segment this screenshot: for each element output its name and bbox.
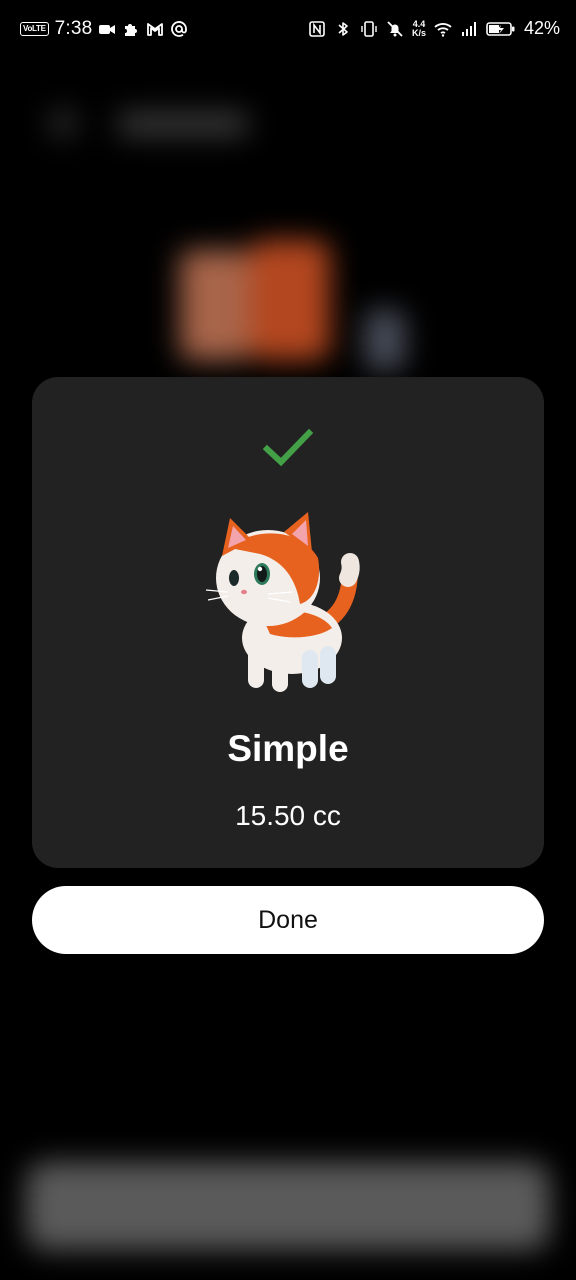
blurred-bottom-nav [26, 1162, 550, 1250]
blurred-image [250, 240, 330, 360]
bluetooth-icon [338, 21, 348, 36]
volte-badge: VoLTE [20, 22, 49, 36]
status-bar-right: 4.4 K/s 42% [308, 18, 560, 39]
status-bar-left: VoLTE 7:38 [20, 18, 188, 40]
network-speed-unit: K/s [411, 27, 426, 38]
network-speed: 4.4 K/s [411, 19, 426, 38]
video-camera-icon [99, 25, 116, 34]
checkmark-icon [262, 428, 314, 467]
wifi-icon [434, 22, 452, 37]
cat-illustration [205, 512, 360, 692]
vibrate-icon [361, 20, 377, 37]
result-amount: 15.50 cc [235, 800, 341, 831]
screen: VoLTE 7:38 4.4 K/s 42% Simple 15.50 cc D… [0, 0, 576, 1280]
battery-charging-icon [486, 21, 515, 36]
clock: 7:38 [54, 18, 93, 39]
nfc-icon [309, 20, 325, 37]
done-button[interactable]: Done [32, 886, 544, 954]
result-title: Simple [227, 728, 349, 769]
battery-percent: 42% [523, 18, 560, 38]
mute-bell-icon [387, 20, 403, 37]
at-sign-icon [171, 21, 188, 37]
blurred-image [180, 250, 250, 360]
blurred-page-title [118, 112, 248, 136]
puzzle-icon [125, 24, 138, 36]
blurred-back-button [48, 108, 78, 138]
signal-icon [461, 21, 476, 36]
blurred-image [365, 310, 405, 370]
gmail-icon [147, 23, 164, 36]
status-bar: VoLTE 7:38 4.4 K/s 42% [0, 0, 576, 62]
